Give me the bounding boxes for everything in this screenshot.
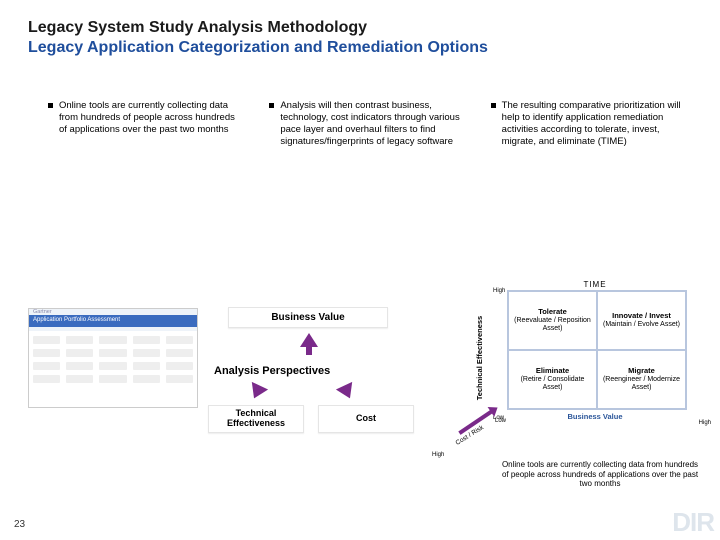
footnote-text: Online tools are currently collecting da… xyxy=(500,460,700,489)
cost-risk-high: High xyxy=(432,452,444,458)
bullet-item: Analysis will then contrast business, te… xyxy=(269,100,466,148)
x-axis-label: Business Value xyxy=(495,412,695,421)
time-matrix: TIME High Low High Technical Effectivene… xyxy=(495,280,695,421)
quadrant-innovate: Innovate / Invest(Maintain / Evolve Asse… xyxy=(597,291,686,350)
arrow-up-icon xyxy=(300,333,318,347)
cost-risk-low: Low xyxy=(495,418,506,424)
arrow-down-right-icon xyxy=(338,385,356,403)
analysis-perspectives-title: Analysis Perspectives xyxy=(214,365,330,377)
technical-effectiveness-box: Technical Effectiveness xyxy=(208,405,304,433)
bullet-text: The resulting comparative prioritization… xyxy=(502,100,688,148)
gartner-thumbnail: Gartner Application Portfolio Assessment xyxy=(28,308,198,408)
bullet-text: Analysis will then contrast business, te… xyxy=(280,100,466,148)
axis-high-label: High xyxy=(493,288,505,294)
thumbnail-grid xyxy=(29,327,197,392)
cost-box: Cost xyxy=(318,405,414,433)
axis-high-label: High xyxy=(699,420,711,426)
bullet-row: Online tools are currently collecting da… xyxy=(0,58,720,148)
time-title: TIME xyxy=(495,280,695,289)
bullet-text: Online tools are currently collecting da… xyxy=(59,100,245,148)
slide-title: Legacy System Study Analysis Methodology… xyxy=(0,0,720,58)
quadrant-migrate: Migrate(Reengineer / Modernize Asset) xyxy=(597,350,686,409)
bullet-item: Online tools are currently collecting da… xyxy=(48,100,245,148)
title-line-2: Legacy Application Categorization and Re… xyxy=(28,38,720,58)
title-line-1: Legacy System Study Analysis Methodology xyxy=(28,18,720,38)
quadrant-tolerate: Tolerate(Reevaluate / Reposition Asset) xyxy=(508,291,597,350)
bullet-square-icon xyxy=(491,103,496,108)
y-axis-label: Technical Effectiveness xyxy=(475,298,484,418)
bullet-square-icon xyxy=(48,103,53,108)
time-quadrant-grid: Tolerate(Reevaluate / Reposition Asset) … xyxy=(507,290,687,410)
arrow-down-left-icon xyxy=(248,385,266,403)
bullet-item: The resulting comparative prioritization… xyxy=(491,100,688,148)
bullet-square-icon xyxy=(269,103,274,108)
thumbnail-heading: Application Portfolio Assessment xyxy=(29,315,197,327)
business-value-label: Business Value xyxy=(228,307,388,328)
page-number: 23 xyxy=(14,519,25,530)
watermark: DIR xyxy=(672,507,714,538)
quadrant-eliminate: Eliminate(Retire / Consolidate Asset) xyxy=(508,350,597,409)
